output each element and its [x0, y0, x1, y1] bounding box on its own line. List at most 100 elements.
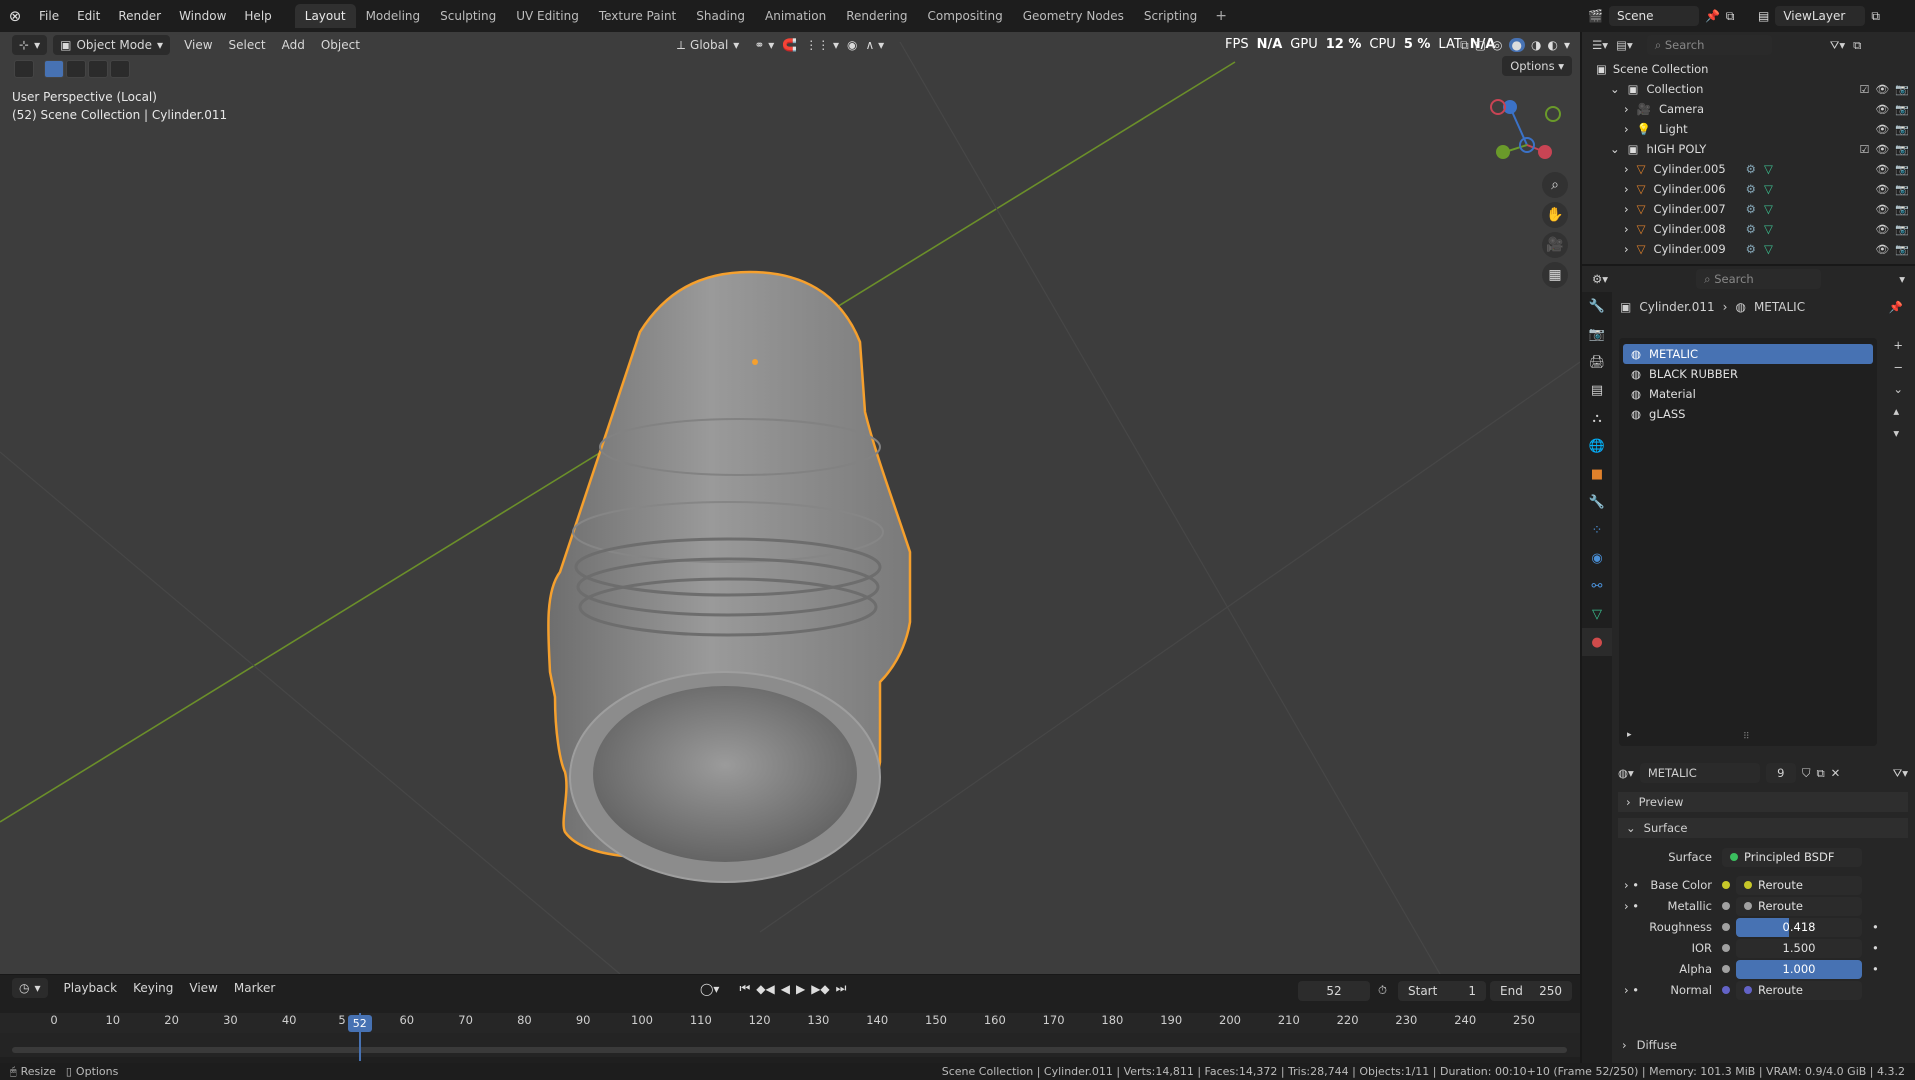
chevron-right-icon[interactable]: ›	[1624, 202, 1629, 216]
fake-user-icon[interactable]: ⛉	[1802, 766, 1811, 781]
eye-icon[interactable]: 👁	[1875, 223, 1889, 236]
keyframe-dot-icon[interactable]: •	[1872, 941, 1879, 955]
3d-viewport[interactable]: ⊹ ▾ ▣ Object Mode ▾ View Select Add Object ⟂ G…	[0, 32, 1580, 974]
timeline-menu-keying[interactable]: Keying	[125, 981, 181, 995]
render-camera-icon[interactable]: 📷	[1895, 183, 1909, 196]
tab-modeling[interactable]: Modeling	[356, 4, 431, 28]
snap-icon[interactable]: 🧲	[782, 38, 797, 52]
blender-logo-icon[interactable]: ⊗	[0, 0, 30, 32]
properties-options-icon[interactable]: ▾	[1899, 272, 1905, 286]
material-name-field[interactable]: METALIC	[1639, 763, 1760, 783]
jump-keyframe-forward-icon[interactable]: ▶◆	[811, 982, 829, 996]
chevron-down-icon[interactable]: ⌄	[1610, 142, 1620, 156]
chevron-right-icon[interactable]: ›	[1624, 162, 1629, 176]
outliner-row-cylinder-007[interactable]: › ▽ Cylinder.007 ⚙ ▽ 👁 📷	[1582, 199, 1915, 219]
object-mode-dropdown[interactable]: ▣ Object Mode ▾	[53, 35, 171, 55]
material-slot-black-rubber[interactable]: ◍ BLACK RUBBER	[1623, 364, 1873, 384]
timeline-scrollbar[interactable]	[12, 1047, 1567, 1053]
tab-sculpting[interactable]: Sculpting	[430, 4, 506, 28]
start-frame-field[interactable]: Start 1	[1398, 981, 1486, 1001]
pivot-icon[interactable]: ⚭ ▾	[754, 38, 774, 52]
base-color-link-field[interactable]: Reroute	[1736, 875, 1862, 895]
render-camera-icon[interactable]: 📷	[1895, 203, 1909, 216]
alpha-slider[interactable]: 1.000	[1736, 959, 1862, 979]
cylinder-object[interactable]	[547, 270, 912, 883]
chevron-right-icon[interactable]: ›	[1624, 102, 1629, 116]
frame-ruler[interactable]: 0 10 20 30 40 5 60 70 80 90 100 110 120 130 140 150 160 1…	[0, 1013, 1580, 1033]
view-layer-selector[interactable]: ▤ ViewLayer ⧉	[1758, 5, 1880, 27]
socket-icon[interactable]	[1722, 986, 1730, 994]
keyframe-dot-icon[interactable]: •	[1872, 962, 1879, 976]
ortho-grid-icon[interactable]: ▦	[1542, 262, 1568, 288]
new-collection-icon[interactable]: ⧉	[1853, 38, 1861, 53]
tool-tab-icon[interactable]: 🔧	[1582, 292, 1612, 320]
output-tab-icon[interactable]: 🖨	[1582, 348, 1612, 376]
move-down-icon[interactable]: ▾	[1893, 426, 1903, 440]
slot-specials-icon[interactable]: ⌄	[1893, 382, 1903, 396]
socket-icon[interactable]	[1722, 881, 1730, 889]
surface-shader-field[interactable]: Principled BSDF	[1722, 847, 1862, 867]
outliner-row-high-poly[interactable]: ⌄ ▣ hIGH POLY ☑ 👁 📷	[1582, 139, 1915, 159]
current-frame-field[interactable]: 52	[1298, 981, 1370, 1001]
tab-geometry-nodes[interactable]: Geometry Nodes	[1013, 4, 1134, 28]
link-type-icon[interactable]: ⛛▾	[1893, 766, 1908, 781]
resize-handle-icon[interactable]: ⠿	[1743, 732, 1750, 742]
outliner-row-cylinder-006[interactable]: › ▽ Cylinder.006 ⚙ ▽ 👁 📷	[1582, 179, 1915, 199]
jump-end-icon[interactable]: ⏭	[836, 981, 847, 996]
playhead-frame-label[interactable]: 52	[347, 1015, 372, 1032]
xray-icon[interactable]: ▢	[1475, 38, 1486, 52]
menu-help[interactable]: Help	[235, 0, 280, 32]
tab-texture-paint[interactable]: Texture Paint	[589, 4, 686, 28]
select-invert-icon[interactable]	[110, 60, 130, 78]
duplicate-material-icon[interactable]: ⧉	[1816, 766, 1824, 781]
eye-icon[interactable]: 👁	[1875, 243, 1889, 256]
timeline-menu-playback[interactable]: Playback	[56, 981, 126, 995]
render-camera-icon[interactable]: 📷	[1895, 223, 1909, 236]
end-frame-field[interactable]: End 250	[1490, 981, 1572, 1001]
rendered-shading-icon[interactable]: ◐	[1547, 38, 1557, 52]
outliner-row-cylinder-008[interactable]: › ▽ Cylinder.008 ⚙ ▽ 👁 📷	[1582, 219, 1915, 239]
eye-icon[interactable]: 👁	[1875, 183, 1889, 196]
keyframe-track[interactable]	[0, 1033, 1580, 1057]
physics-tab-icon[interactable]: ◉	[1582, 544, 1612, 572]
socket-icon[interactable]	[1722, 902, 1730, 910]
tab-uv-editing[interactable]: UV Editing	[506, 4, 589, 28]
socket-icon[interactable]	[1722, 965, 1730, 973]
chevron-right-icon[interactable]: › •	[1624, 983, 1639, 997]
gizmo-y-axis[interactable]	[1496, 145, 1510, 159]
eye-icon[interactable]: 👁	[1875, 203, 1889, 216]
chevron-right-icon[interactable]: › •	[1624, 899, 1639, 913]
world-tab-icon[interactable]: 🌐	[1582, 432, 1612, 460]
properties-type-icon[interactable]: ⚙▾	[1592, 272, 1608, 286]
auto-keying-icon[interactable]: ◯▾	[700, 982, 719, 996]
material-slot-metalic[interactable]: ◍ METALIC	[1623, 344, 1873, 364]
socket-icon[interactable]	[1722, 944, 1730, 952]
diffuse-panel-header[interactable]: › Diffuse	[1622, 1038, 1677, 1052]
normal-link-field[interactable]: Reroute	[1736, 980, 1862, 1000]
pin-icon[interactable]: 📌	[1889, 300, 1903, 314]
keyframe-dot-icon[interactable]: •	[1872, 920, 1879, 934]
pan-hand-icon[interactable]: ✋	[1542, 202, 1568, 228]
chevron-right-icon[interactable]: ›	[1624, 182, 1629, 196]
outliner-row-cylinder-009[interactable]: › ▽ Cylinder.009 ⚙ ▽ 👁 📷	[1582, 239, 1915, 259]
eye-icon[interactable]: 👁	[1875, 143, 1889, 156]
preview-range-icon[interactable]: ⏱	[1378, 983, 1387, 998]
chevron-down-icon[interactable]: ⌄	[1610, 82, 1620, 96]
move-up-icon[interactable]: ▴	[1893, 404, 1903, 418]
gizmo-neg-y-axis[interactable]	[1545, 106, 1561, 122]
exclude-checkbox-icon[interactable]: ☑	[1859, 143, 1869, 156]
viewport-menu-object[interactable]: Object	[313, 38, 368, 52]
material-slot-material[interactable]: ◍ Material	[1623, 384, 1873, 404]
wireframe-shading-icon[interactable]: ◎	[1492, 38, 1502, 52]
editor-type-button[interactable]: ⊹ ▾	[12, 35, 48, 55]
camera-view-icon[interactable]: 🎥	[1542, 232, 1568, 258]
overlay-icon[interactable]: ⧉	[1460, 38, 1469, 53]
filter-icon[interactable]: ⛛▾	[1830, 38, 1845, 53]
gizmo-x-axis[interactable]	[1538, 145, 1552, 159]
eye-icon[interactable]: 👁	[1875, 163, 1889, 176]
socket-icon[interactable]	[1722, 923, 1730, 931]
tab-compositing[interactable]: Compositing	[917, 4, 1012, 28]
play-reverse-icon[interactable]: ◀	[781, 982, 790, 996]
zoom-icon[interactable]: ⌕	[1542, 172, 1568, 198]
select-new-icon[interactable]	[44, 60, 64, 78]
